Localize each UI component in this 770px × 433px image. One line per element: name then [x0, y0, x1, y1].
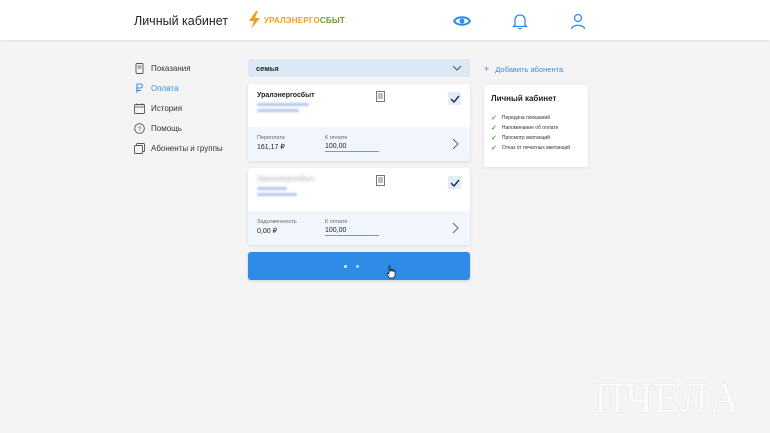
- feature-item: ✓ Напоминание об оплате: [491, 125, 559, 132]
- sidebar-item-label: Абоненты и группы: [151, 143, 223, 153]
- sidebar-item-help[interactable]: ? Помощь: [134, 118, 244, 138]
- groups-icon: [134, 142, 145, 154]
- pay-button[interactable]: [248, 252, 470, 280]
- chevron-right-icon[interactable]: [452, 222, 460, 234]
- account-name: Уралэнергосбыт: [257, 92, 315, 99]
- check-icon: ✓: [491, 135, 497, 142]
- lightning-logo-icon: [249, 11, 260, 29]
- logo-text-secondary: СБЫТ: [319, 15, 345, 25]
- bell-icon[interactable]: [511, 12, 529, 30]
- logo-text-primary: УРАЛЭНЕРГО: [264, 15, 320, 25]
- account-address-blurred: [257, 109, 299, 112]
- plus-icon: +: [484, 64, 490, 74]
- sidebar-nav: Показания Оплата История ? Помощь Абонен…: [134, 58, 244, 158]
- receipt-icon[interactable]: [376, 175, 385, 186]
- account-card[interactable]: Уралэнергосбыт Задолженность 0,00 ₽ К оп…: [248, 168, 470, 245]
- account-checkbox[interactable]: [448, 176, 461, 189]
- check-icon: ✓: [491, 115, 497, 122]
- sidebar-item-label: Помощь: [151, 123, 182, 133]
- feature-item: ✓ Отказ от печатных квитанций: [491, 145, 571, 152]
- add-subscriber-link[interactable]: + Добавить абонента: [484, 64, 563, 74]
- group-select[interactable]: семья: [248, 59, 470, 77]
- account-card[interactable]: Уралэнергосбыт Переплата 161,17 ₽ К опла…: [248, 84, 470, 161]
- group-select-value: семья: [256, 63, 279, 73]
- sidebar-item-label: История: [151, 103, 183, 113]
- loading-dot: [356, 265, 359, 268]
- help-icon: ?: [134, 122, 145, 134]
- sidebar-item-label: Оплата: [151, 83, 179, 93]
- page-title: Личный кабинет: [134, 14, 229, 28]
- brand-logo[interactable]: УРАЛЭНЕРГОСБЫТ: [248, 11, 345, 29]
- watermark-text: ПЧЕЛА: [594, 376, 741, 422]
- pay-amount-label: К оплате: [325, 135, 348, 141]
- chevron-down-icon: [452, 65, 462, 71]
- calendar-icon: [134, 102, 145, 114]
- svg-text:?: ?: [138, 126, 142, 133]
- chevron-right-icon[interactable]: [452, 138, 460, 150]
- receipt-icon[interactable]: [376, 91, 385, 102]
- info-panel-title: Личный кабинет: [491, 94, 557, 103]
- app-header: Личный кабинет УРАЛЭНЕРГОСБЫТ: [0, 0, 770, 40]
- eye-icon[interactable]: [453, 12, 471, 30]
- checkmark-icon: [450, 179, 460, 187]
- pay-amount-input[interactable]: 100,00: [325, 227, 379, 236]
- pay-amount-label: К оплате: [325, 219, 348, 225]
- ruble-icon: [136, 83, 143, 93]
- account-number-blurred: [257, 187, 287, 190]
- info-panel: Личный кабинет ✓ Передача показаний ✓ Напо…: [484, 85, 588, 167]
- account-name: Уралэнергосбыт: [257, 176, 315, 183]
- add-subscriber-label: Добавить абонента: [495, 64, 564, 74]
- feature-item: ✓ Просмотр квитанций: [491, 135, 550, 142]
- pay-amount-input[interactable]: 100,00: [325, 143, 379, 152]
- checkmark-icon: [450, 95, 460, 103]
- sidebar-item-history[interactable]: История: [134, 98, 244, 118]
- meter-icon: [135, 62, 144, 74]
- check-icon: ✓: [491, 145, 497, 152]
- hand-cursor-icon: [386, 265, 396, 279]
- sidebar-item-readings[interactable]: Показания: [134, 58, 244, 78]
- user-icon[interactable]: [569, 12, 587, 30]
- sidebar-item-groups[interactable]: Абоненты и группы: [134, 138, 244, 158]
- loading-dot: [344, 265, 347, 268]
- sidebar-item-payment[interactable]: Оплата: [134, 78, 244, 98]
- feature-item: ✓ Передача показаний: [491, 115, 550, 122]
- account-number-blurred: [257, 103, 309, 106]
- account-checkbox[interactable]: [448, 92, 461, 105]
- account-address-blurred: [257, 193, 297, 196]
- check-icon: ✓: [491, 125, 497, 132]
- sidebar-item-label: Показания: [151, 63, 191, 73]
